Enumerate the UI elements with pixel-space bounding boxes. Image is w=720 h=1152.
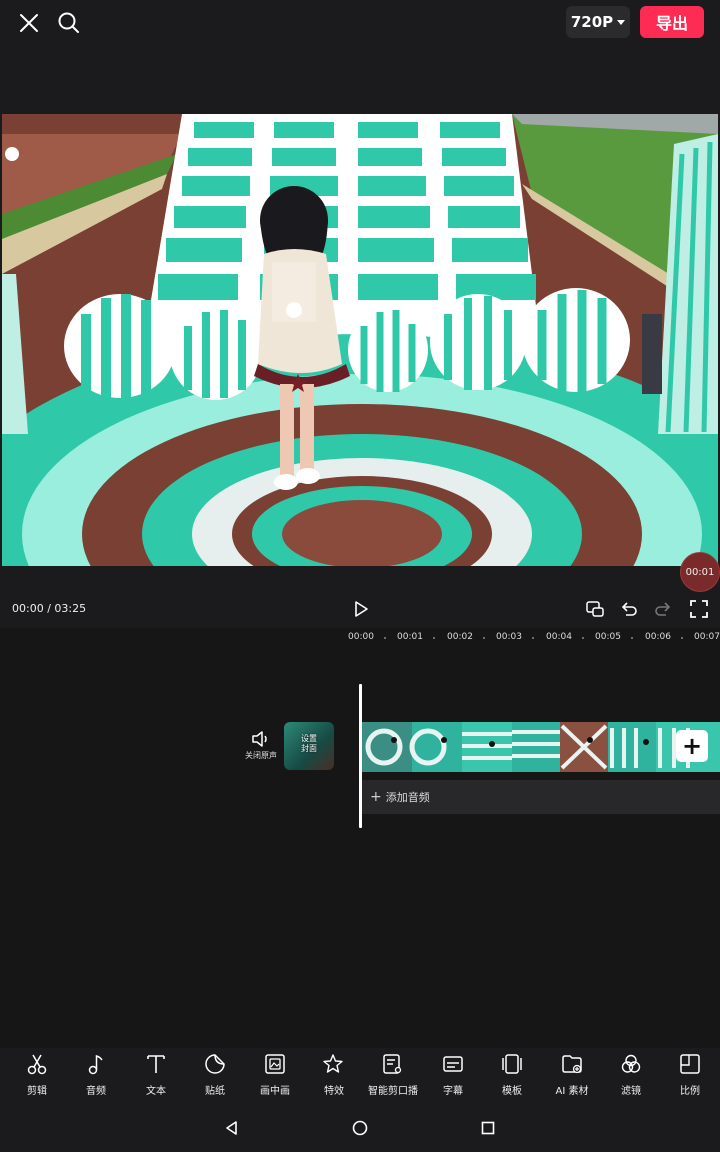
- tool-label: 字幕: [443, 1086, 463, 1097]
- tick-dot: [483, 637, 485, 639]
- mute-original-audio-button[interactable]: 关闭原声: [244, 730, 278, 768]
- tool-text[interactable]: 文本: [126, 1052, 186, 1098]
- tick-label: 00:03: [496, 632, 522, 642]
- tool-subtitle[interactable]: 字幕: [423, 1052, 483, 1098]
- export-button[interactable]: 导出: [640, 6, 704, 38]
- timecode: 00:00 / 03:25: [12, 602, 87, 615]
- video-clip[interactable]: [362, 722, 720, 772]
- tool-ratio[interactable]: 比例: [660, 1052, 720, 1098]
- tick-dot: [582, 637, 584, 639]
- tool-label: 模板: [502, 1086, 522, 1097]
- ratio-icon: [678, 1052, 702, 1076]
- tool-ai-material[interactable]: AI 素材: [542, 1052, 602, 1098]
- subtitle-icon: [441, 1052, 465, 1076]
- resolution-dropdown[interactable]: 720P: [566, 6, 630, 38]
- add-audio-track[interactable]: + 添加音频: [362, 780, 720, 814]
- video-preview-area: [0, 46, 720, 586]
- tool-label: 画中画: [260, 1086, 290, 1097]
- redo-icon[interactable]: [650, 596, 676, 622]
- cover-label-line2: 封面: [301, 744, 317, 753]
- bottom-toolbar: 剪辑 音频 文本 贴纸 画中画 特效 智能剪口播 字幕 模板 AI 素材 滤镜 …: [0, 1048, 720, 1100]
- nav-recent-apps-icon[interactable]: [476, 1116, 500, 1140]
- video-preview[interactable]: [2, 114, 718, 566]
- add-clip-button[interactable]: +: [676, 730, 708, 762]
- set-cover-button[interactable]: 设置 封面: [284, 722, 334, 770]
- tick-label: 00:00: [348, 632, 374, 642]
- tick-label: 00:05: [595, 632, 621, 642]
- caret-down-icon: [617, 19, 626, 25]
- tick-dot: [433, 637, 435, 639]
- tick-label: 00:06: [645, 632, 671, 642]
- add-audio-label: 添加音频: [385, 791, 430, 804]
- tool-effects[interactable]: 特效: [304, 1052, 364, 1098]
- tick-dot: [681, 637, 683, 639]
- tick-dot: [384, 637, 386, 639]
- tick-dot: [631, 637, 633, 639]
- tool-template[interactable]: 模板: [482, 1052, 542, 1098]
- tool-label: 智能剪口播: [368, 1086, 418, 1097]
- cover-label: 设置 封面: [284, 734, 334, 754]
- timeline[interactable]: 00:00 00:01 00:02 00:03 00:04 00:05 00:0…: [0, 628, 720, 1048]
- nav-back-icon[interactable]: [220, 1116, 244, 1140]
- sticker-icon: [203, 1052, 227, 1076]
- smart-cut-icon: [381, 1052, 405, 1076]
- fullscreen-icon[interactable]: [686, 596, 712, 622]
- effects-star-icon: [322, 1052, 346, 1076]
- cover-label-line1: 设置: [301, 734, 317, 743]
- tool-label: 音频: [86, 1086, 106, 1097]
- tool-edit[interactable]: 剪辑: [7, 1052, 67, 1098]
- tool-picture-in-picture[interactable]: 画中画: [245, 1052, 305, 1098]
- playhead[interactable]: [359, 684, 362, 828]
- tool-label: 剪辑: [27, 1086, 47, 1097]
- tool-label: 比例: [680, 1086, 700, 1097]
- scissors-icon: [25, 1052, 49, 1076]
- undo-icon[interactable]: [616, 596, 642, 622]
- music-note-icon: [84, 1052, 108, 1076]
- keyframe-monitor-icon[interactable]: [582, 596, 608, 622]
- tool-label: 贴纸: [205, 1086, 225, 1097]
- tick-label: 00:02: [447, 632, 473, 642]
- time-indicator-badge[interactable]: 00:01: [680, 552, 720, 592]
- tick-dot: [532, 637, 534, 639]
- speaker-icon: [252, 731, 267, 747]
- plus-icon: +: [370, 789, 382, 805]
- tool-sticker[interactable]: 贴纸: [185, 1052, 245, 1098]
- tool-filter[interactable]: 滤镜: [601, 1052, 661, 1098]
- mute-label: 关闭原声: [245, 751, 277, 760]
- time-ruler: 00:00 00:01 00:02 00:03 00:04 00:05 00:0…: [0, 628, 720, 648]
- tool-label: 滤镜: [621, 1086, 641, 1097]
- play-icon[interactable]: [348, 596, 374, 622]
- system-nav-bar: [0, 1104, 720, 1152]
- tick-label: 00:04: [546, 632, 572, 642]
- close-icon[interactable]: [14, 8, 44, 38]
- ai-material-icon: [560, 1052, 584, 1076]
- resolution-value: 720P: [570, 13, 614, 31]
- picture-in-picture-icon: [263, 1052, 287, 1076]
- tick-label: 00:01: [397, 632, 423, 642]
- playback-controls: 00:00 / 03:25: [0, 592, 720, 626]
- text-icon: [144, 1052, 168, 1076]
- tool-audio[interactable]: 音频: [66, 1052, 126, 1098]
- tool-smart-cut[interactable]: 智能剪口播: [363, 1052, 423, 1098]
- tool-label: AI 素材: [555, 1086, 589, 1097]
- tool-label: 文本: [146, 1086, 166, 1097]
- top-bar: 720P 导出: [0, 0, 720, 46]
- filter-icon: [619, 1052, 643, 1076]
- template-icon: [500, 1052, 524, 1076]
- tick-label: 00:07: [694, 632, 720, 642]
- tool-label: 特效: [324, 1086, 344, 1097]
- search-icon[interactable]: [54, 8, 84, 38]
- nav-home-icon[interactable]: [348, 1116, 372, 1140]
